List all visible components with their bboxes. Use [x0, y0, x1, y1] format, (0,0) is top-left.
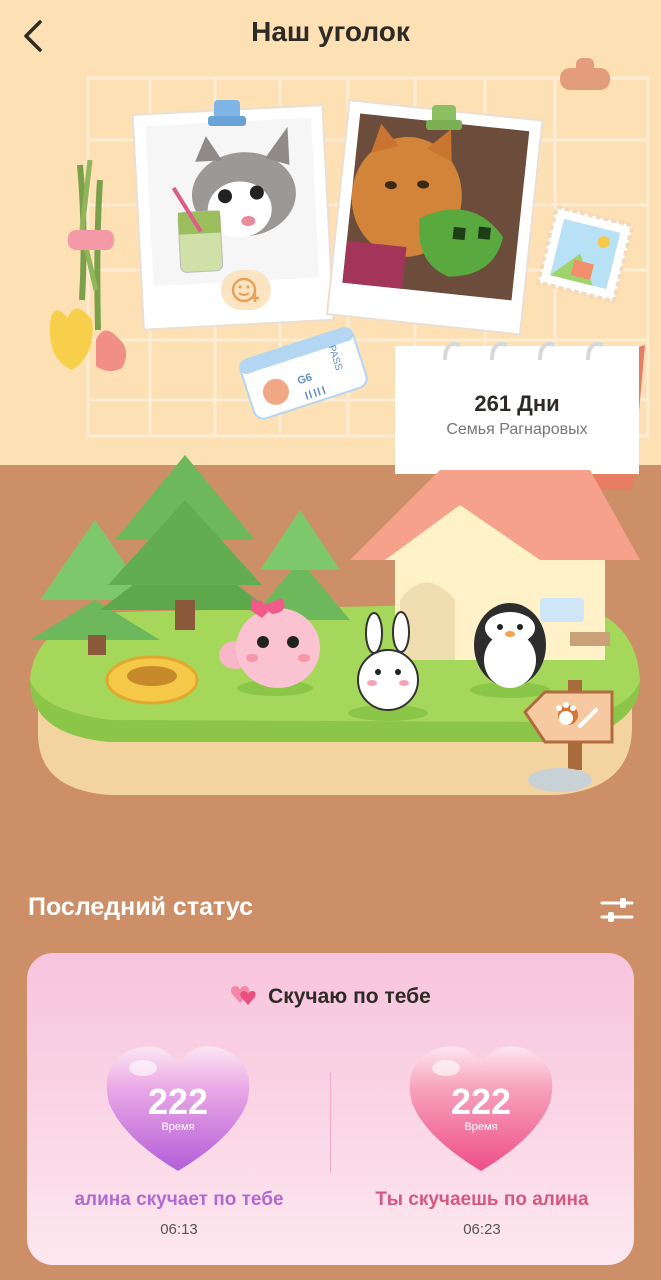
partner-miss-label: алина скучает по тебе [74, 1189, 284, 1210]
my-miss-label: Ты скучаешь по алина [375, 1189, 589, 1210]
family-name: Семья Рагнаровых [446, 421, 588, 438]
paw-pencil-icon [556, 702, 598, 728]
miss-card-title: Скучаю по тебе [268, 985, 431, 1008]
my-miss-time: 06:23 [463, 1221, 501, 1238]
partner-miss-time: 06:13 [160, 1221, 198, 1238]
edit-sign-button[interactable] [540, 696, 610, 740]
sliders-icon [600, 898, 634, 922]
divider [330, 1073, 331, 1173]
section-title: Последний статус [28, 893, 254, 921]
days-counter: 261 Дни [474, 391, 560, 416]
my-miss-heart[interactable]: 222 Время [406, 1043, 556, 1173]
page-title: Наш уголок [251, 16, 410, 47]
my-miss-count: 222 [450, 1081, 512, 1122]
filter-settings-button[interactable] [600, 895, 634, 925]
smile-add-icon [231, 277, 259, 303]
hearts-icon [231, 986, 256, 1005]
miss-you-card[interactable]: Скучаю по тебе 222 Время 222 Время алина… [27, 953, 634, 1265]
partner-miss-count: 222 [147, 1081, 209, 1122]
my-miss-unit: Время [464, 1121, 498, 1133]
add-photo-button[interactable] [221, 270, 271, 310]
miss-card-header: Скучаю по тебе [27, 983, 634, 1009]
partner-miss-heart[interactable]: 222 Время [103, 1043, 253, 1173]
partner-miss-unit: Время [161, 1121, 195, 1133]
